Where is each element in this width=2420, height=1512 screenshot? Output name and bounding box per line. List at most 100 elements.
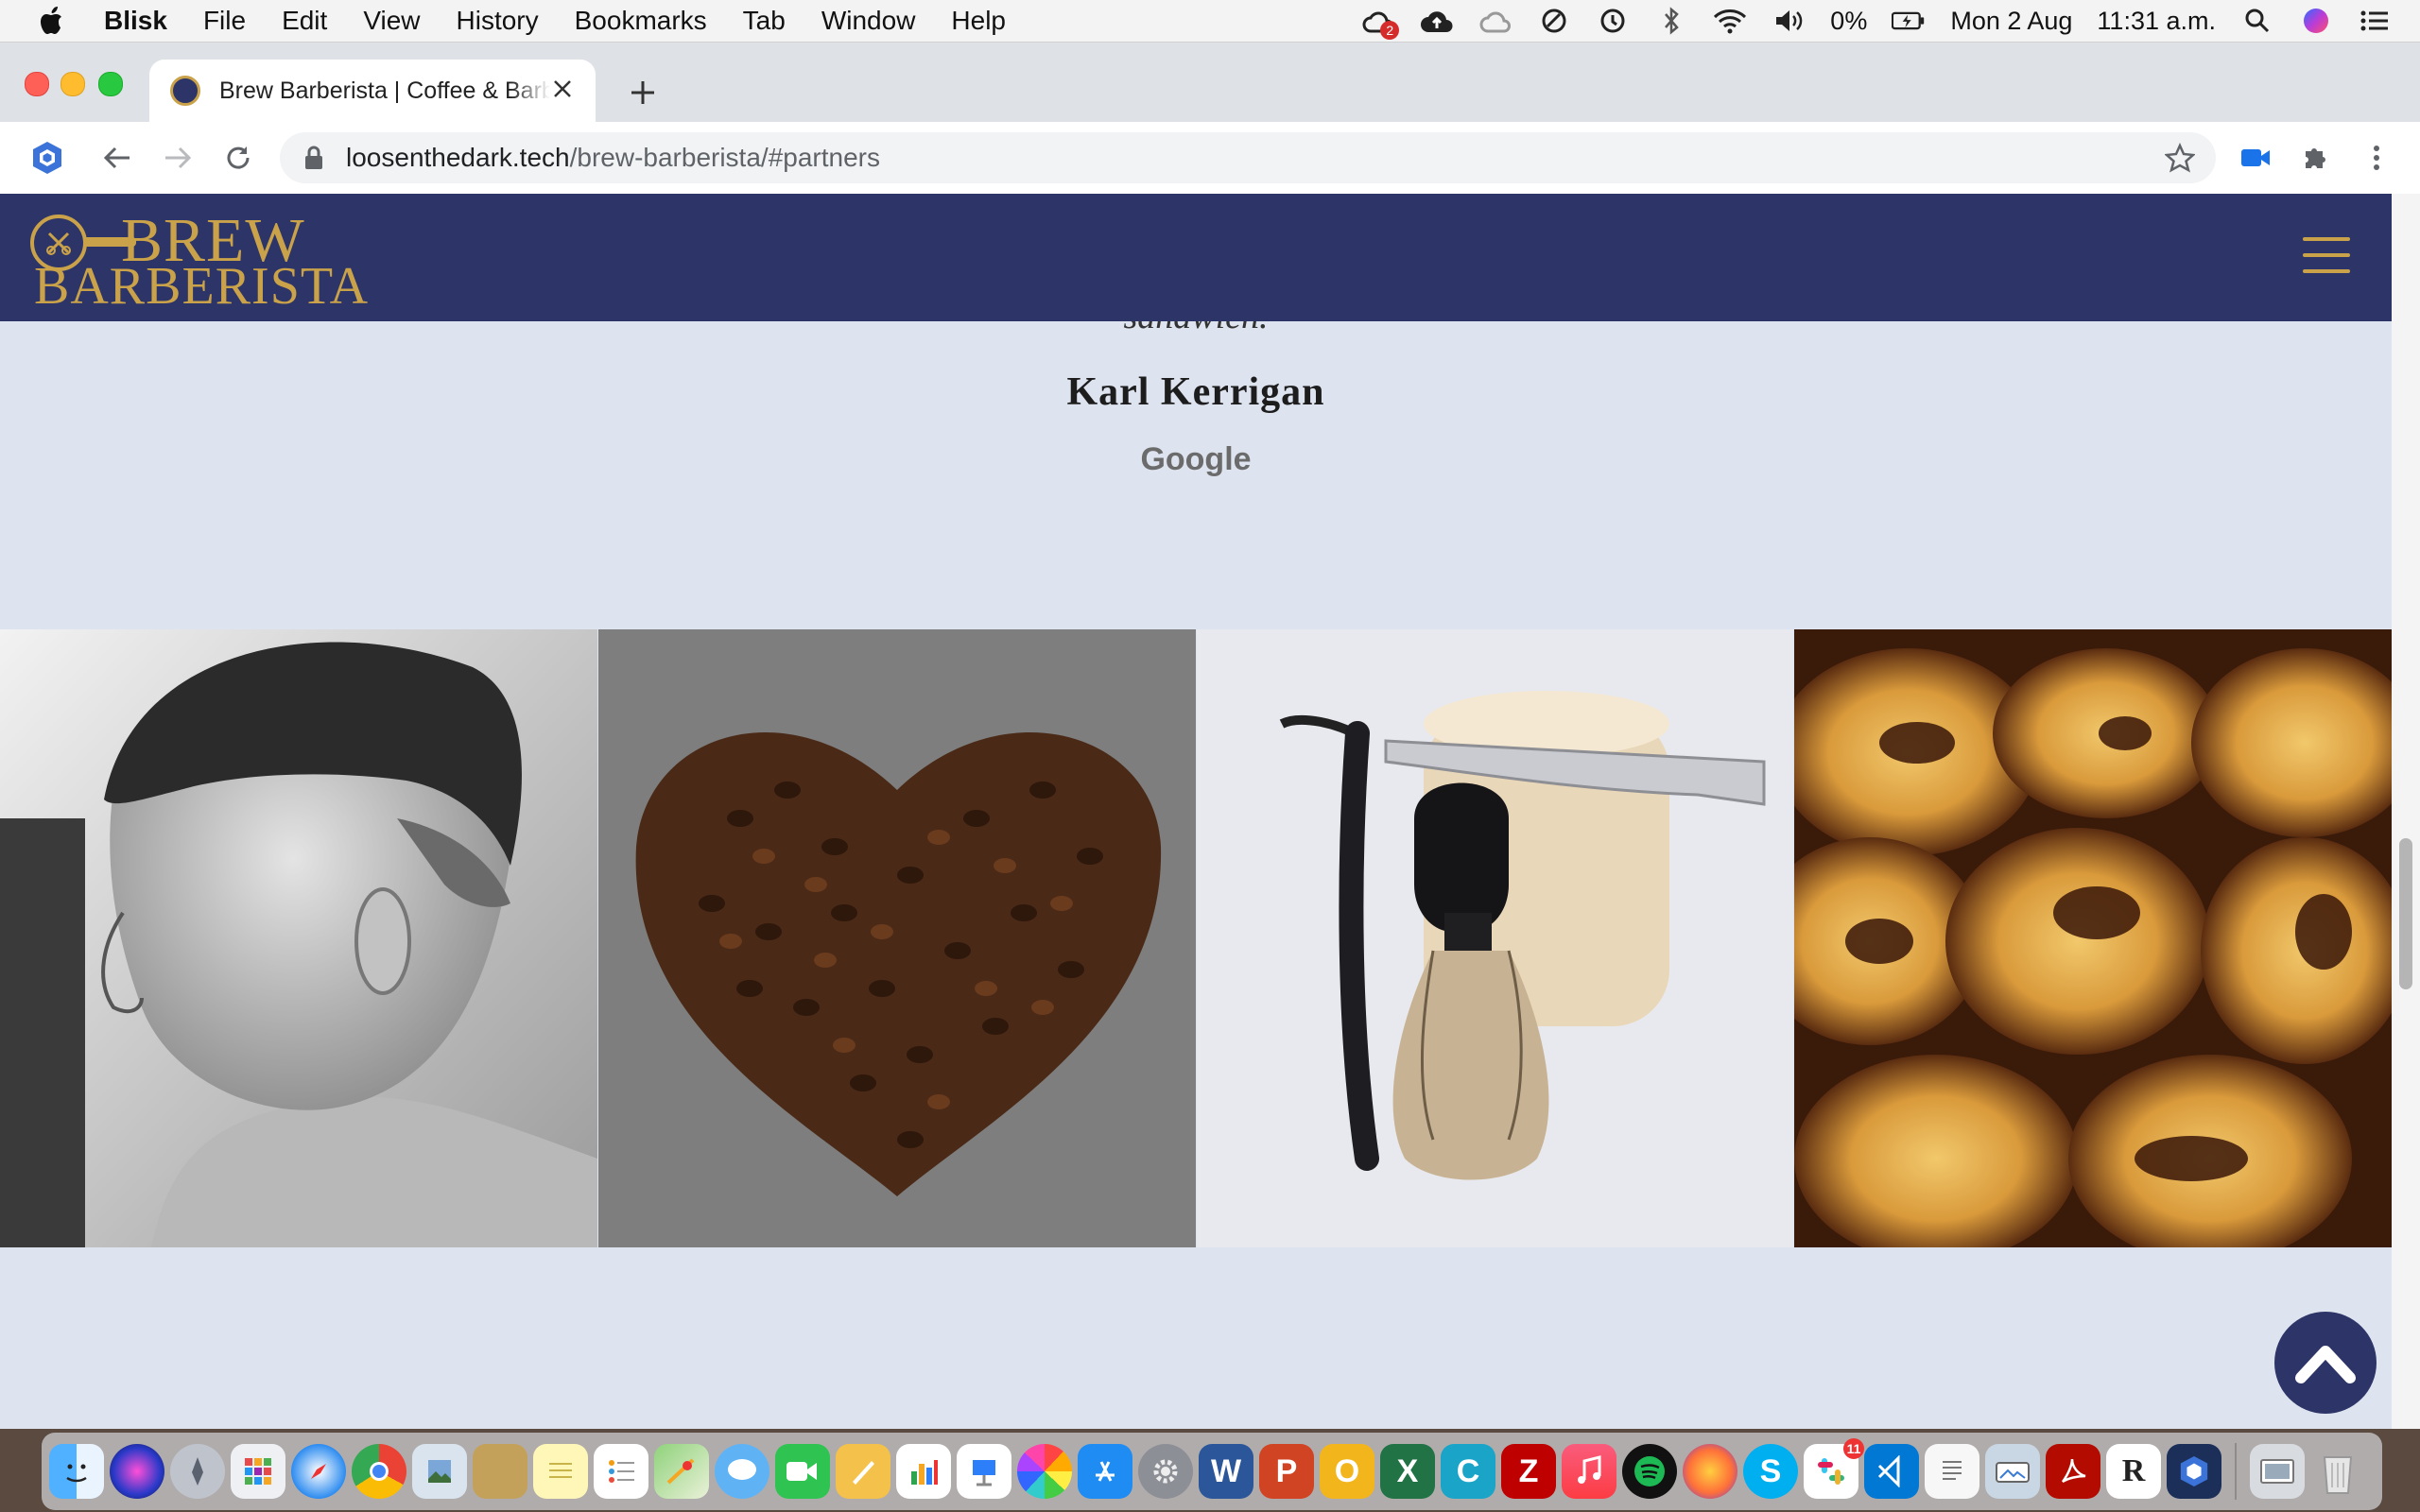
menu-view[interactable]: View xyxy=(363,6,420,36)
partners-gallery xyxy=(0,629,2392,1247)
app-store-icon[interactable] xyxy=(1078,1444,1132,1499)
barber-haircut-photo[interactable] xyxy=(0,629,597,1247)
reload-button[interactable] xyxy=(219,139,257,177)
image-capture-icon[interactable] xyxy=(1985,1444,2040,1499)
bookmark-star-icon[interactable] xyxy=(2163,142,2197,173)
tab-active[interactable]: Brew Barberista | Coffee & Barber xyxy=(149,60,596,122)
scroll-to-top-button[interactable] xyxy=(2274,1312,2377,1414)
launchpad-icon[interactable] xyxy=(170,1444,225,1499)
notes-icon[interactable] xyxy=(533,1444,588,1499)
menu-history[interactable]: History xyxy=(457,6,539,36)
preview-icon[interactable] xyxy=(412,1444,467,1499)
close-window-button[interactable] xyxy=(25,72,49,96)
skype-icon[interactable]: S xyxy=(1743,1444,1798,1499)
browser-menu-icon[interactable] xyxy=(2358,139,2395,177)
hamburger-menu-icon[interactable] xyxy=(2303,237,2350,275)
cloud-upload-icon[interactable] xyxy=(1420,4,1454,38)
forward-button[interactable] xyxy=(159,139,197,177)
numbers-icon[interactable] xyxy=(896,1444,951,1499)
url-text[interactable]: loosenthedark.tech/brew-barberista/#part… xyxy=(346,143,880,173)
slack-badge: 11 xyxy=(1843,1438,1864,1459)
photos-icon[interactable] xyxy=(1017,1444,1072,1499)
custard-tarts-photo[interactable] xyxy=(1794,629,2392,1247)
creative-cloud-icon[interactable]: 2 xyxy=(1361,4,1400,40)
menu-bar: Blisk File Edit View History Bookmarks T… xyxy=(0,0,2420,43)
safari-icon[interactable] xyxy=(291,1444,346,1499)
notification-center-icon[interactable] xyxy=(2358,4,2392,38)
menu-app-name[interactable]: Blisk xyxy=(104,6,167,36)
messages-icon[interactable] xyxy=(715,1444,769,1499)
zoom-window-button[interactable] xyxy=(98,72,123,96)
menu-file[interactable]: File xyxy=(203,6,246,36)
keynote-icon[interactable] xyxy=(957,1444,1011,1499)
menu-window[interactable]: Window xyxy=(821,6,916,36)
cloud-badge: 2 xyxy=(1380,21,1400,40)
site-favicon-icon xyxy=(170,76,200,106)
filezilla-icon[interactable]: Z xyxy=(1501,1444,1556,1499)
menu-time[interactable]: 11:31 a.m. xyxy=(2097,7,2216,36)
chrome-icon[interactable] xyxy=(352,1444,406,1499)
trash-icon[interactable] xyxy=(2310,1444,2365,1499)
reviewer-source: Google xyxy=(1140,441,1252,477)
downloads-icon[interactable] xyxy=(2250,1444,2305,1499)
back-button[interactable] xyxy=(98,139,136,177)
spotify-icon[interactable] xyxy=(1622,1444,1677,1499)
spotlight-search-icon[interactable] xyxy=(2240,4,2274,38)
notes-yellow-icon[interactable] xyxy=(473,1444,527,1499)
reminders-icon[interactable] xyxy=(594,1444,648,1499)
new-tab-button[interactable] xyxy=(624,75,662,112)
logo-line-barberista: BARBERISTA xyxy=(34,257,370,316)
siri-icon[interactable] xyxy=(110,1444,164,1499)
coffee-beans-heart-photo[interactable] xyxy=(597,629,1196,1247)
menu-bookmarks[interactable]: Bookmarks xyxy=(575,6,707,36)
siri-menu-icon[interactable] xyxy=(2299,4,2333,38)
blisk-extension-icon[interactable] xyxy=(28,139,66,177)
bluetooth-icon[interactable] xyxy=(1654,4,1688,38)
vscode-icon[interactable] xyxy=(1864,1444,1919,1499)
outlook-icon[interactable]: O xyxy=(1320,1444,1374,1499)
wifi-icon[interactable] xyxy=(1713,4,1747,38)
battery-icon[interactable] xyxy=(1892,4,1926,38)
adobe-cc-icon[interactable] xyxy=(1478,4,1512,38)
lock-icon[interactable] xyxy=(304,146,325,170)
finder-icon[interactable] xyxy=(49,1444,104,1499)
address-bar[interactable]: loosenthedark.tech/brew-barberista/#part… xyxy=(280,132,2216,183)
scrollbar-thumb[interactable] xyxy=(2399,838,2412,989)
excel-icon[interactable]: X xyxy=(1380,1444,1435,1499)
battery-percent: 0% xyxy=(1830,6,1868,35)
razor-and-brush-photo[interactable] xyxy=(1196,629,1794,1247)
extensions-puzzle-icon[interactable] xyxy=(2297,139,2335,177)
menu-tab[interactable]: Tab xyxy=(743,6,786,36)
minimize-window-button[interactable] xyxy=(60,72,85,96)
video-extension-icon[interactable] xyxy=(2237,139,2274,177)
system-preferences-icon[interactable] xyxy=(1138,1444,1193,1499)
blisk-icon[interactable] xyxy=(2167,1444,2221,1499)
pages-icon[interactable] xyxy=(836,1444,890,1499)
reviewer-name: Karl Kerrigan xyxy=(1066,370,1325,414)
facetime-icon[interactable] xyxy=(775,1444,830,1499)
music-icon[interactable] xyxy=(1562,1444,1616,1499)
cyberduck-icon[interactable]: C xyxy=(1441,1444,1495,1499)
launchpad-grid-icon[interactable] xyxy=(231,1444,285,1499)
acrobat-icon[interactable] xyxy=(2046,1444,2100,1499)
slack-icon[interactable]: 11 xyxy=(1804,1438,1864,1499)
tab-close-icon[interactable] xyxy=(548,77,577,105)
volume-icon[interactable] xyxy=(1772,4,1806,38)
powerpoint-icon[interactable]: P xyxy=(1259,1444,1314,1499)
maps-icon[interactable] xyxy=(654,1444,709,1499)
chevron-up-icon xyxy=(2295,1346,2356,1383)
menu-edit[interactable]: Edit xyxy=(282,6,327,36)
do-not-disturb-icon[interactable] xyxy=(1537,4,1571,38)
word-icon[interactable]: W xyxy=(1199,1444,1253,1499)
site-logo[interactable]: BREW BARBERISTA xyxy=(28,206,368,316)
page-viewport: BREW BARBERISTA sandwich. Karl Kerrigan … xyxy=(0,194,2392,1429)
time-machine-icon[interactable] xyxy=(1596,4,1630,38)
rr-icon[interactable]: R xyxy=(2106,1444,2161,1499)
browser-toolbar: loosenthedark.tech/brew-barberista/#part… xyxy=(0,122,2420,195)
menu-help[interactable]: Help xyxy=(951,6,1006,36)
apple-icon[interactable] xyxy=(40,5,68,37)
menu-date[interactable]: Mon 2 Aug xyxy=(1950,7,2072,36)
textedit-icon[interactable] xyxy=(1925,1444,1979,1499)
page-scrollbar[interactable] xyxy=(2392,194,2420,1429)
firefox-icon[interactable] xyxy=(1683,1444,1737,1499)
